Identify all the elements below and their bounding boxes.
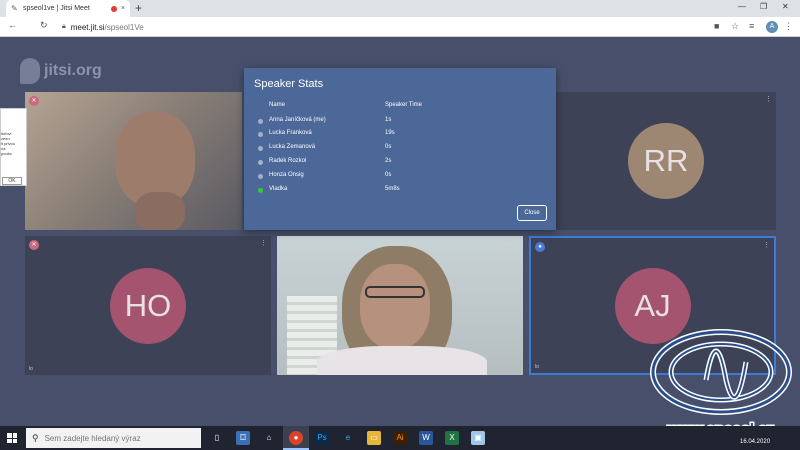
photos-icon[interactable]: ▣ (471, 431, 485, 445)
participant-tile-ho[interactable]: ✕ ⋮ HO lo (25, 236, 271, 375)
photoshop-icon[interactable]: Ps (315, 431, 329, 445)
avatar: HO (110, 267, 186, 344)
speaker-name: Radek Rozkol (269, 158, 307, 164)
speaker-name: Honza Onsig (269, 172, 304, 178)
camera-icon[interactable]: ■ (714, 21, 719, 31)
stats-row: Honza Onsig 0s (244, 171, 556, 183)
tab-title: spseol1ve | Jitsi Meet (23, 5, 90, 12)
url-text: meet.jit.si/spseol1Ve (71, 23, 144, 32)
speaker-name: Lucka Franková (269, 130, 312, 136)
connection-status: lo (29, 366, 33, 372)
column-header-name: Name (269, 102, 286, 108)
word-icon[interactable]: W (419, 431, 433, 445)
tile-menu-icon[interactable]: ⋮ (260, 239, 267, 247)
logo-inner-ring-inner (670, 343, 772, 401)
more-menu-icon[interactable]: ⋮ (784, 21, 793, 32)
jitsi-watermark[interactable]: jitsi.org (20, 58, 102, 84)
speaker-status-dot (258, 119, 263, 124)
stats-row: Lucka Franková 19s (244, 129, 556, 141)
stats-row: Vladka 5m8s (244, 185, 556, 197)
close-button[interactable]: Close (517, 205, 547, 221)
excel-icon[interactable]: X (445, 431, 459, 445)
video-tile-woman[interactable] (277, 236, 523, 375)
url-path: /spseol1Ve (104, 22, 144, 32)
column-header-time: Speaker Time (385, 102, 423, 108)
new-tab-button[interactable]: + (135, 1, 142, 15)
watermark-text: jitsi.org (44, 62, 102, 79)
connection-status: lo (535, 364, 539, 370)
jitsi-logo-icon (20, 58, 40, 84)
speaker-time: 2s (385, 158, 392, 164)
tab-close-icon[interactable]: × (121, 5, 125, 12)
media-icon[interactable]: ≡ (749, 21, 754, 31)
speaker-time: 0s (385, 172, 392, 178)
jitsi-favicon-icon: ✎ (11, 3, 18, 13)
dominant-speaker-icon: ● (535, 242, 545, 252)
back-arrow-icon[interactable]: ← (8, 20, 17, 30)
url-field[interactable]: 🔒︎ meet.jit.si/spseol1Ve (56, 19, 696, 35)
mic-muted-icon: ✕ (29, 96, 39, 106)
store-icon[interactable]: ⛋ (236, 431, 250, 445)
url-host: meet.jit.si (70, 22, 105, 32)
search-icon: ⚲ (32, 432, 39, 443)
taskbar-date: 16.04.2020 (740, 439, 771, 445)
home-icon[interactable]: ⌂ (262, 431, 276, 445)
avatar: RR (628, 123, 704, 199)
mic-muted-icon: ✕ (29, 240, 39, 250)
browser-tab[interactable]: ✎ spseol1ve | Jitsi Meet × (6, 0, 130, 17)
star-icon[interactable]: ☆ (731, 21, 739, 32)
windows-start-icon[interactable] (7, 433, 17, 443)
stats-row: Radek Rozkol 2s (244, 157, 556, 169)
speaker-status-dot (258, 132, 263, 137)
profile-avatar[interactable]: A (766, 21, 778, 33)
reload-icon[interactable]: ↻ (40, 20, 48, 31)
spseol-logo: www.spseol.cz (650, 329, 792, 440)
illustrator-icon[interactable]: Ai (393, 431, 407, 445)
speaker-time: 19s (385, 130, 395, 136)
taskbar-search[interactable]: ⚲ (26, 428, 201, 448)
participant-tile-rr[interactable]: RR ⋮ (556, 92, 776, 230)
participant-video-shirt (317, 346, 487, 375)
speaker-name: Vladka (269, 186, 288, 192)
participant-video-hand (135, 192, 185, 230)
address-bar-row: ← ↻ 🔒︎ meet.jit.si/spseol1Ve ■ ☆ ≡ ⋮ (0, 17, 800, 37)
speaker-time: 1s (385, 117, 392, 123)
video-tile-man[interactable]: ✕ (25, 92, 242, 230)
speaker-name: Lucka Zemanová (269, 144, 316, 150)
search-input[interactable] (44, 433, 185, 443)
stats-row: Anna Janíčková (me) 1s (244, 116, 556, 128)
notification-popup: ikrfovi zéen it privou ná poobc OK (0, 108, 27, 186)
speaker-status-dot (258, 146, 263, 151)
edge-icon[interactable]: e (341, 431, 355, 445)
tile-menu-icon[interactable]: ⋮ (763, 241, 770, 249)
minimize-button[interactable]: — (738, 2, 746, 11)
speaker-time: 5m8s (385, 186, 400, 192)
close-window-button[interactable]: ✕ (782, 2, 789, 11)
speaker-status-dot (258, 188, 263, 193)
stats-row: Lucka Zemanová 0s (244, 143, 556, 155)
participant-video-face (360, 264, 430, 349)
speaker-time: 0s (385, 144, 392, 150)
recording-indicator-icon (110, 5, 117, 12)
folder-icon[interactable]: ▭ (367, 431, 381, 445)
dialog-title: Speaker Stats (254, 78, 324, 90)
maximize-button[interactable]: ❐ (760, 2, 767, 11)
chrome-icon[interactable]: ● (289, 431, 303, 445)
notification-ok-button[interactable]: OK (2, 177, 22, 185)
notification-text: ikrfovi zéen it privou ná poobc (1, 131, 16, 156)
windows-taskbar: ⚲ ▯ ⛋ ⌂ ● Ps e ▭ Ai W X ▣ 16.04.2020 (0, 426, 800, 450)
speaker-stats-dialog: Speaker Stats Name Speaker Time Anna Jan… (244, 68, 556, 230)
speaker-status-dot (258, 160, 263, 165)
speaker-status-dot (258, 174, 263, 179)
browser-tab-bar: ✎ spseol1ve | Jitsi Meet × + — ❐ ✕ (0, 0, 800, 17)
participant-video-glasses (365, 286, 425, 298)
speaker-name: Anna Janíčková (me) (269, 117, 326, 123)
lock-icon: 🔒︎ (62, 23, 66, 30)
tile-menu-icon[interactable]: ⋮ (765, 95, 772, 103)
task-view-icon[interactable]: ▯ (210, 431, 224, 445)
